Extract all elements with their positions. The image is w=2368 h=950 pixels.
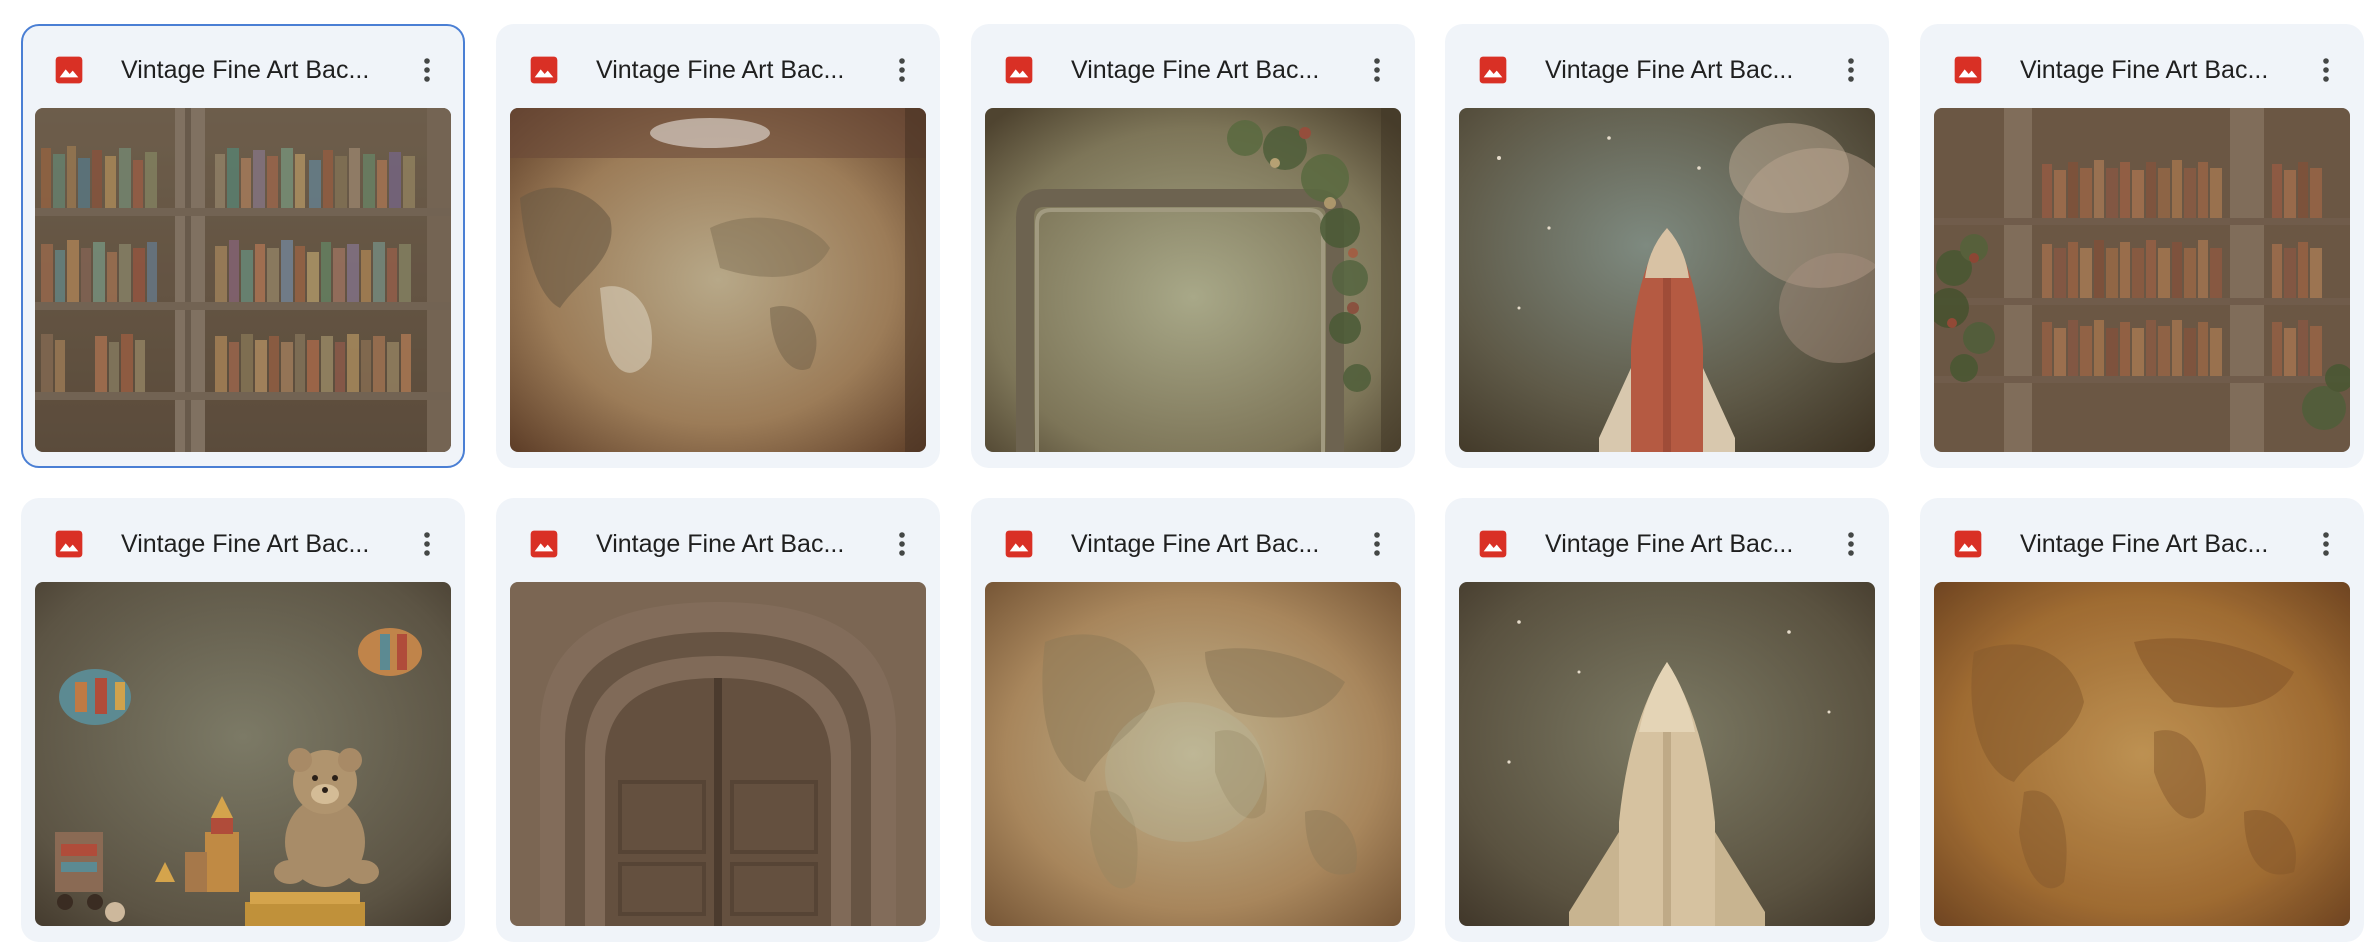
teddy-bear-toys-thumbnail[interactable] — [35, 582, 451, 926]
file-title: Vintage Fine Art Bac... — [2020, 56, 2269, 84]
image-file-icon — [530, 56, 558, 84]
file-card[interactable]: Vintage Fine Art Bac... — [496, 498, 940, 942]
file-card[interactable]: Vintage Fine Art Bac... — [971, 498, 1415, 942]
golden-map-thumbnail[interactable] — [1934, 582, 2350, 926]
bookshelf-plant-thumbnail[interactable] — [1934, 108, 2350, 452]
image-file-icon — [1954, 56, 1982, 84]
image-file-icon — [55, 530, 83, 558]
file-card[interactable]: Vintage Fine Art Bac... — [21, 498, 465, 942]
image-file-icon — [1005, 530, 1033, 558]
image-file-icon — [1005, 56, 1033, 84]
more-options-icon[interactable] — [1831, 524, 1871, 564]
file-title: Vintage Fine Art Bac... — [596, 56, 845, 84]
file-card[interactable]: Vintage Fine Art Bac... — [1445, 498, 1889, 942]
file-card-header: Vintage Fine Art Bac... — [496, 498, 940, 582]
file-title: Vintage Fine Art Bac... — [121, 530, 370, 558]
file-title: Vintage Fine Art Bac... — [1071, 530, 1320, 558]
file-title: Vintage Fine Art Bac... — [121, 56, 370, 84]
more-options-icon[interactable] — [882, 50, 922, 90]
file-card-header: Vintage Fine Art Bac... — [1920, 498, 2364, 582]
file-title: Vintage Fine Art Bac... — [2020, 530, 2269, 558]
file-title: Vintage Fine Art Bac... — [596, 530, 845, 558]
floral-frame-thumbnail[interactable] — [985, 108, 1401, 452]
more-options-icon[interactable] — [1831, 50, 1871, 90]
arched-door-thumbnail[interactable] — [510, 582, 926, 926]
more-options-icon[interactable] — [2306, 524, 2346, 564]
image-file-icon — [1954, 530, 1982, 558]
world-map-wall-thumbnail[interactable] — [510, 108, 926, 452]
image-file-icon — [1479, 530, 1507, 558]
file-title: Vintage Fine Art Bac... — [1545, 530, 1794, 558]
more-options-icon[interactable] — [407, 524, 447, 564]
cream-rocket-thumbnail[interactable] — [1459, 582, 1875, 926]
bookshelf-thumbnail[interactable] — [35, 108, 451, 452]
red-rocket-thumbnail[interactable] — [1459, 108, 1875, 452]
file-card[interactable]: Vintage Fine Art Bac... — [971, 24, 1415, 468]
file-card-header: Vintage Fine Art Bac... — [496, 24, 940, 108]
world-map-parchment-thumbnail[interactable] — [985, 582, 1401, 926]
file-title: Vintage Fine Art Bac... — [1071, 56, 1320, 84]
file-title: Vintage Fine Art Bac... — [1545, 56, 1794, 84]
file-card-header: Vintage Fine Art Bac... — [1445, 24, 1889, 108]
file-card[interactable]: Vintage Fine Art Bac... — [1445, 24, 1889, 468]
more-options-icon[interactable] — [882, 524, 922, 564]
file-card[interactable]: Vintage Fine Art Bac... — [1920, 24, 2364, 468]
file-card-header: Vintage Fine Art Bac... — [21, 498, 465, 582]
file-card[interactable]: Vintage Fine Art Bac... — [496, 24, 940, 468]
file-card[interactable]: Vintage Fine Art Bac... — [1920, 498, 2364, 942]
more-options-icon[interactable] — [1357, 524, 1397, 564]
image-file-icon — [530, 530, 558, 558]
file-grid: Vintage Fine Art Bac... Vintage Fine Art… — [0, 0, 2368, 950]
more-options-icon[interactable] — [2306, 50, 2346, 90]
file-card-header: Vintage Fine Art Bac... — [1920, 24, 2364, 108]
file-card-header: Vintage Fine Art Bac... — [1445, 498, 1889, 582]
file-card[interactable]: Vintage Fine Art Bac... — [21, 24, 465, 468]
file-card-header: Vintage Fine Art Bac... — [23, 26, 463, 110]
file-card-header: Vintage Fine Art Bac... — [971, 24, 1415, 108]
more-options-icon[interactable] — [407, 50, 447, 90]
more-options-icon[interactable] — [1357, 50, 1397, 90]
file-card-header: Vintage Fine Art Bac... — [971, 498, 1415, 582]
image-file-icon — [55, 56, 83, 84]
image-file-icon — [1479, 56, 1507, 84]
